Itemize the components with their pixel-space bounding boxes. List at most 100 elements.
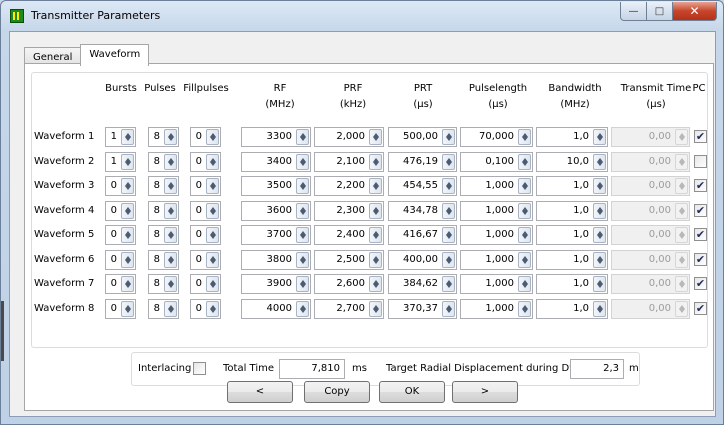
pc-checkbox[interactable]: ✔: [694, 204, 707, 217]
spin-arrows-icon[interactable]: [442, 252, 455, 268]
pc-checkbox[interactable]: ✔: [694, 302, 707, 315]
spin-arrows-icon[interactable]: [296, 276, 309, 292]
spin-arrows-icon[interactable]: [206, 154, 219, 170]
spin-arrows-icon[interactable]: [164, 252, 177, 268]
spin-arrows-icon[interactable]: [121, 227, 134, 243]
maximize-icon[interactable]: □: [647, 2, 673, 21]
bandwidth-spinbox[interactable]: 1,0: [536, 201, 608, 221]
rf-spinbox[interactable]: 4000: [241, 299, 311, 319]
spin-arrows-icon[interactable]: [164, 178, 177, 194]
fillpulses-spinbox[interactable]: 0: [190, 299, 221, 319]
spin-arrows-icon[interactable]: [593, 227, 606, 243]
pulselength-spinbox[interactable]: 1,000: [460, 225, 533, 245]
pc-checkbox[interactable]: ✔: [694, 179, 707, 192]
prt-spinbox[interactable]: 400,00: [388, 250, 457, 270]
spin-arrows-icon[interactable]: [296, 203, 309, 219]
pulselength-spinbox[interactable]: 1,000: [460, 250, 533, 270]
pulselength-spinbox[interactable]: 1,000: [460, 201, 533, 221]
spin-arrows-icon[interactable]: [369, 154, 382, 170]
spin-arrows-icon[interactable]: [369, 301, 382, 317]
spin-arrows-icon[interactable]: [593, 129, 606, 145]
fillpulses-spinbox[interactable]: 0: [190, 201, 221, 221]
spin-arrows-icon[interactable]: [442, 227, 455, 243]
rf-spinbox[interactable]: 3900: [241, 274, 311, 294]
prf-spinbox[interactable]: 2,600: [314, 274, 384, 294]
prf-spinbox[interactable]: 2,000: [314, 127, 384, 147]
spin-arrows-icon[interactable]: [164, 154, 177, 170]
fillpulses-spinbox[interactable]: 0: [190, 274, 221, 294]
spin-arrows-icon[interactable]: [296, 129, 309, 145]
rf-spinbox[interactable]: 3400: [241, 152, 311, 172]
spin-arrows-icon[interactable]: [593, 154, 606, 170]
pc-checkbox[interactable]: ✔: [694, 130, 707, 143]
spin-arrows-icon[interactable]: [206, 276, 219, 292]
spin-arrows-icon[interactable]: [518, 227, 531, 243]
pc-checkbox[interactable]: ✔: [694, 277, 707, 290]
spin-arrows-icon[interactable]: [442, 129, 455, 145]
spin-arrows-icon[interactable]: [518, 154, 531, 170]
fillpulses-spinbox[interactable]: 0: [190, 152, 221, 172]
pulses-spinbox[interactable]: 8: [148, 152, 179, 172]
tab-waveform[interactable]: Waveform: [80, 44, 150, 66]
rf-spinbox[interactable]: 3600: [241, 201, 311, 221]
spin-arrows-icon[interactable]: [164, 301, 177, 317]
spin-arrows-icon[interactable]: [121, 154, 134, 170]
fillpulses-spinbox[interactable]: 0: [190, 225, 221, 245]
interlacing-checkbox[interactable]: [193, 362, 206, 375]
prf-spinbox[interactable]: 2,400: [314, 225, 384, 245]
pulses-spinbox[interactable]: 8: [148, 176, 179, 196]
rf-spinbox[interactable]: 3500: [241, 176, 311, 196]
bandwidth-spinbox[interactable]: 1,0: [536, 274, 608, 294]
spin-arrows-icon[interactable]: [121, 203, 134, 219]
fillpulses-spinbox[interactable]: 0: [190, 127, 221, 147]
bandwidth-spinbox[interactable]: 1,0: [536, 299, 608, 319]
spin-arrows-icon[interactable]: [369, 129, 382, 145]
bandwidth-spinbox[interactable]: 1,0: [536, 225, 608, 245]
bandwidth-spinbox[interactable]: 10,0: [536, 152, 608, 172]
pulselength-spinbox[interactable]: 1,000: [460, 176, 533, 196]
pc-checkbox[interactable]: [694, 155, 707, 168]
prt-spinbox[interactable]: 384,62: [388, 274, 457, 294]
bursts-spinbox[interactable]: 0: [105, 274, 136, 294]
bursts-spinbox[interactable]: 1: [105, 152, 136, 172]
bandwidth-spinbox[interactable]: 1,0: [536, 250, 608, 270]
minimize-icon[interactable]: —: [620, 2, 647, 21]
prf-spinbox[interactable]: 2,300: [314, 201, 384, 221]
pulselength-spinbox[interactable]: 0,100: [460, 152, 533, 172]
spin-arrows-icon[interactable]: [369, 252, 382, 268]
spin-arrows-icon[interactable]: [296, 178, 309, 194]
spin-arrows-icon[interactable]: [121, 178, 134, 194]
pc-checkbox[interactable]: ✔: [694, 228, 707, 241]
close-icon[interactable]: ✕: [673, 2, 717, 21]
pc-checkbox[interactable]: ✔: [694, 253, 707, 266]
spin-arrows-icon[interactable]: [518, 301, 531, 317]
spin-arrows-icon[interactable]: [369, 178, 382, 194]
prt-spinbox[interactable]: 454,55: [388, 176, 457, 196]
previous-button[interactable]: <: [227, 381, 293, 403]
spin-arrows-icon[interactable]: [164, 203, 177, 219]
spin-arrows-icon[interactable]: [121, 276, 134, 292]
spin-arrows-icon[interactable]: [442, 301, 455, 317]
bursts-spinbox[interactable]: 1: [105, 127, 136, 147]
spin-arrows-icon[interactable]: [518, 276, 531, 292]
pulses-spinbox[interactable]: 8: [148, 299, 179, 319]
spin-arrows-icon[interactable]: [518, 178, 531, 194]
spin-arrows-icon[interactable]: [296, 154, 309, 170]
spin-arrows-icon[interactable]: [369, 203, 382, 219]
spin-arrows-icon[interactable]: [206, 227, 219, 243]
spin-arrows-icon[interactable]: [121, 301, 134, 317]
spin-arrows-icon[interactable]: [593, 178, 606, 194]
prf-spinbox[interactable]: 2,700: [314, 299, 384, 319]
spin-arrows-icon[interactable]: [164, 276, 177, 292]
prt-spinbox[interactable]: 500,00: [388, 127, 457, 147]
spin-arrows-icon[interactable]: [206, 178, 219, 194]
spin-arrows-icon[interactable]: [121, 252, 134, 268]
bursts-spinbox[interactable]: 0: [105, 299, 136, 319]
pulses-spinbox[interactable]: 8: [148, 250, 179, 270]
rf-spinbox[interactable]: 3800: [241, 250, 311, 270]
rf-spinbox[interactable]: 3700: [241, 225, 311, 245]
prf-spinbox[interactable]: 2,500: [314, 250, 384, 270]
total-time-field[interactable]: 7,810: [279, 359, 345, 379]
prt-spinbox[interactable]: 476,19: [388, 152, 457, 172]
spin-arrows-icon[interactable]: [518, 203, 531, 219]
